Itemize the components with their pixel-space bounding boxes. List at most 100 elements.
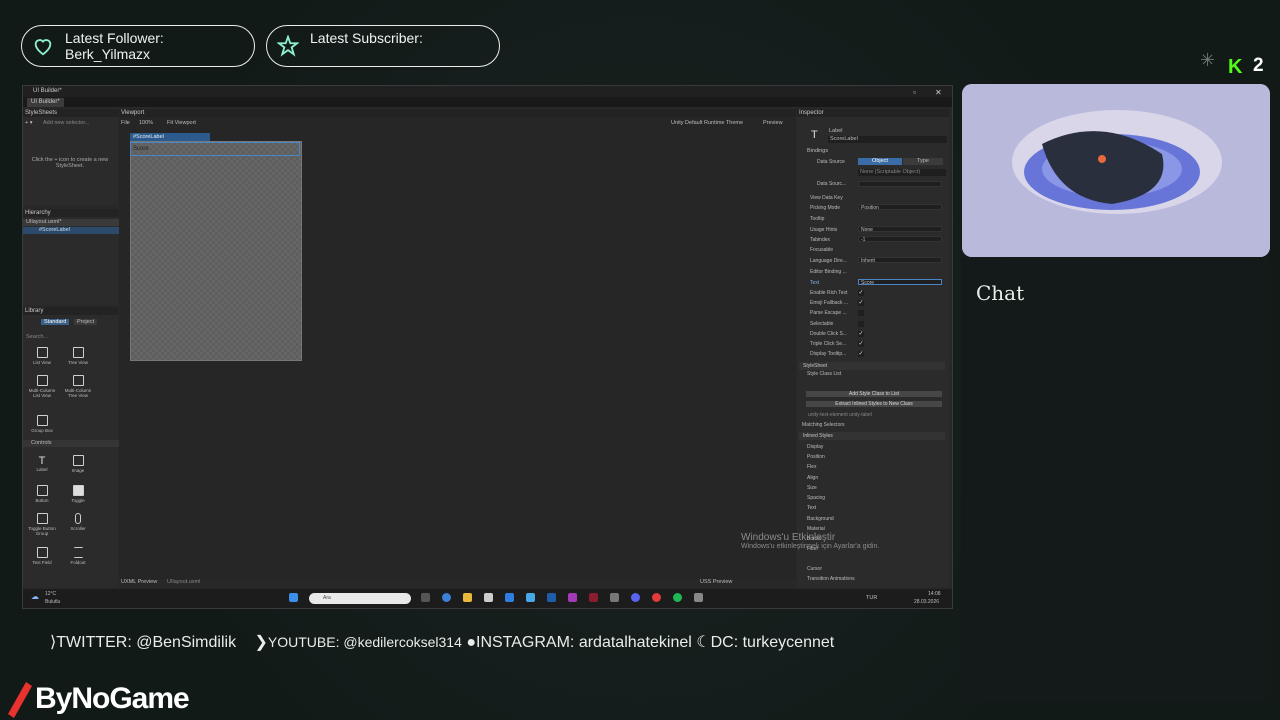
uss-preview-title[interactable]: USS Preview [700, 579, 732, 585]
app-icon-2[interactable] [526, 593, 535, 602]
style-cursor[interactable]: Cursor [807, 566, 822, 572]
tab-ui-builder[interactable]: UI Builder* [27, 98, 64, 107]
uxml-preview-title[interactable]: UXML Preview [121, 579, 157, 585]
uxml-file: UIlayout.uxml [167, 579, 201, 585]
lib-tree-view[interactable]: Tree View [63, 347, 93, 365]
element-name-field[interactable]: ScoreLabel [828, 136, 947, 143]
lib-list-view[interactable]: List View [27, 347, 57, 365]
lib-text-field[interactable]: Text Field [27, 547, 57, 565]
inlined-styles-section[interactable]: Inlined Styles [799, 432, 945, 440]
close-icon[interactable]: ✕ [935, 88, 942, 97]
parse-escape-label: Parse Escape ... [810, 310, 847, 316]
display-tooltip-checkbox[interactable]: ✓ [858, 351, 864, 357]
stylesheet-section[interactable]: StyleSheet [799, 362, 945, 370]
style-transition-animations[interactable]: Transition Animations [807, 576, 855, 582]
app-icon-1[interactable] [505, 593, 514, 602]
lib-button[interactable]: Button [27, 485, 57, 503]
heart-icon [34, 39, 52, 56]
restore-icon[interactable]: ▫ [913, 88, 916, 97]
tabindex-field[interactable]: -1 [858, 236, 942, 243]
edge-icon[interactable] [442, 593, 451, 602]
tab-standard[interactable]: Standard [41, 319, 70, 325]
discord-icon[interactable] [631, 593, 640, 602]
style-align[interactable]: Align [807, 475, 818, 481]
taskbar-search[interactable]: Ara [309, 593, 411, 604]
selectable-checkbox[interactable] [858, 321, 864, 327]
fit-viewport-button[interactable]: Fit Viewport [167, 120, 196, 126]
style-text[interactable]: Text [807, 505, 816, 511]
text-field-icon [36, 547, 48, 558]
task-view-icon[interactable] [421, 593, 430, 602]
data-source-object-field[interactable]: None (Scriptable Object) [858, 169, 946, 176]
add-selector-input[interactable]: Add new selector... [43, 120, 89, 126]
canvas[interactable] [130, 141, 302, 361]
explorer-icon[interactable] [463, 593, 472, 602]
weather-temp[interactable]: 12°C [45, 591, 56, 597]
data-source-object-tab[interactable]: Object [858, 158, 902, 165]
style-position[interactable]: Position [807, 454, 825, 460]
double-click-checkbox[interactable]: ✓ [858, 331, 864, 337]
add-icon[interactable]: + ▾ [25, 120, 33, 126]
data-source-type-tab[interactable]: Type [903, 158, 943, 165]
bindings-foldout[interactable]: Bindings [807, 148, 828, 154]
instagram-icon: ● [466, 634, 476, 651]
start-icon[interactable] [289, 593, 298, 602]
latest-subscriber-box: Latest Subscriber: [266, 25, 500, 67]
score-label-selection[interactable] [130, 142, 300, 156]
add-style-class-button[interactable]: Add Style Class to List [806, 391, 942, 397]
tab-project[interactable]: Project [74, 319, 98, 325]
zoom-level[interactable]: 100% [139, 120, 153, 126]
file-menu[interactable]: File [121, 120, 130, 126]
lib-toggle[interactable]: Toggle [63, 485, 93, 503]
hierarchy-root[interactable]: UIlayout.uxml* [23, 219, 121, 226]
preview-toggle[interactable]: Preview [763, 120, 783, 126]
lib-toggle-button-group[interactable]: Toggle Button Group [27, 513, 57, 536]
usage-hints-select[interactable]: None [858, 226, 942, 233]
style-display[interactable]: Display [807, 444, 823, 450]
app-icon-4[interactable] [568, 593, 577, 602]
obs-icon[interactable] [652, 593, 661, 602]
app-icon-6[interactable] [694, 593, 703, 602]
store-icon[interactable] [484, 593, 493, 602]
parse-escape-checkbox[interactable] [858, 310, 864, 316]
lib-foldout[interactable]: Foldout [63, 547, 93, 565]
language-direction-select[interactable]: Inherit [858, 257, 942, 264]
spotify-icon[interactable] [673, 593, 682, 602]
star-icon [277, 35, 299, 57]
style-flex[interactable]: Flex [807, 464, 816, 470]
matching-selectors-foldout[interactable]: Matching Selectors [802, 422, 845, 428]
data-source-path-field[interactable] [858, 181, 942, 187]
library-search[interactable]: Search... [26, 334, 48, 340]
label-icon: T [38, 455, 46, 467]
text-field[interactable]: Score [858, 279, 942, 286]
extract-inlined-styles-button[interactable]: Extract Inlined Styles to New Class [806, 401, 942, 407]
app-icon-5[interactable] [589, 593, 598, 602]
language-indicator[interactable]: TUR [866, 595, 877, 601]
tooltip-label: Tooltip [810, 216, 825, 222]
picking-mode-label: Picking Mode [810, 205, 841, 211]
data-source-label: Data Source [817, 159, 845, 165]
lib-scroller[interactable]: Scroller [63, 513, 93, 531]
editor-binding-label: Editor Binding ... [810, 269, 847, 275]
style-spacing[interactable]: Spacing [807, 495, 825, 501]
hierarchy-item-scorelabel[interactable]: #ScoreLabel [23, 227, 134, 234]
clock-date[interactable]: 28.03.2026 [914, 599, 939, 605]
triple-click-checkbox[interactable]: ✓ [858, 341, 864, 347]
lib-image[interactable]: Image [63, 455, 93, 473]
controls-section[interactable]: Controls [23, 440, 126, 447]
clock-time[interactable]: 14:08 [928, 591, 941, 597]
weather-desc[interactable]: Bulutlu [45, 599, 60, 605]
app-icon-3[interactable] [547, 593, 556, 602]
picking-mode-select[interactable]: Position [858, 204, 942, 211]
lib-label[interactable]: T Label [27, 455, 57, 472]
style-background[interactable]: Background [807, 516, 834, 522]
emoji-fallback-checkbox[interactable]: ✓ [858, 300, 864, 306]
enable-rich-text-checkbox[interactable]: ✓ [858, 290, 864, 296]
theme-select[interactable]: Unity Default Runtime Theme [671, 120, 743, 126]
discord-icon: ☾ [696, 634, 711, 651]
lib-group-box[interactable]: Group Box [27, 415, 57, 433]
unity-icon[interactable] [610, 593, 619, 602]
style-size[interactable]: Size [807, 485, 817, 491]
lib-multi-column-tree[interactable]: Multi-Column Tree View [63, 375, 93, 398]
lib-multi-column-list[interactable]: Multi-Column List View [27, 375, 57, 398]
